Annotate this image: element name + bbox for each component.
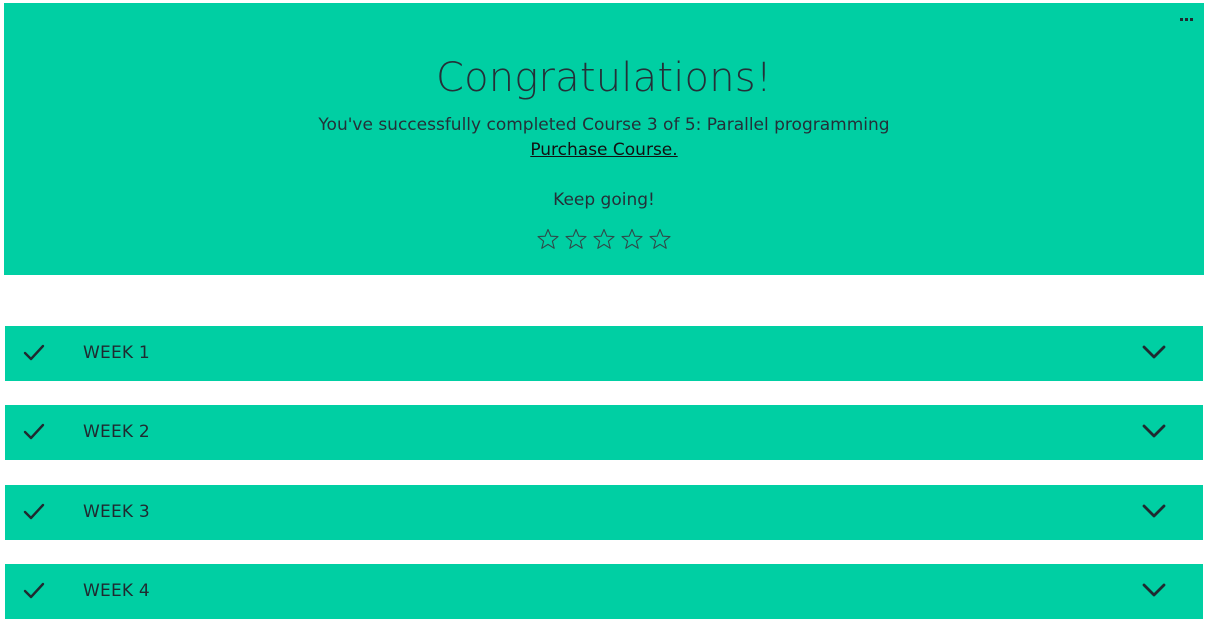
week-row-2[interactable]: WEEK 2 [5, 405, 1203, 460]
chevron-down-icon[interactable] [1141, 343, 1167, 361]
check-icon [23, 344, 45, 361]
more-dots-icon[interactable] [1178, 13, 1194, 25]
week-row-1[interactable]: WEEK 1 [5, 326, 1203, 381]
completion-message: You've successfully completed Course 3 o… [318, 115, 890, 135]
congratulations-banner: Congratulations! You've successfully com… [4, 3, 1204, 275]
star-icon[interactable] [620, 227, 644, 251]
purchase-course-link[interactable]: Purchase Course. [530, 140, 677, 160]
star-icon[interactable] [648, 227, 672, 251]
page-title: Congratulations! [435, 55, 773, 101]
star-icon[interactable] [564, 227, 588, 251]
week-label: WEEK 1 [83, 343, 150, 363]
check-icon [23, 582, 45, 599]
star-rating [4, 227, 1204, 251]
chevron-down-icon[interactable] [1141, 581, 1167, 599]
keep-going-text: Keep going! [553, 190, 655, 210]
chevron-down-icon[interactable] [1141, 502, 1167, 520]
week-row-3[interactable]: WEEK 3 [5, 485, 1203, 540]
purchase-course-wrapper: Purchase Course. [4, 140, 1204, 160]
check-icon [23, 423, 45, 440]
check-icon [23, 503, 45, 520]
week-row-4[interactable]: WEEK 4 [5, 564, 1203, 619]
week-label: WEEK 3 [83, 502, 150, 522]
week-label: WEEK 2 [83, 422, 150, 442]
star-icon[interactable] [536, 227, 560, 251]
chevron-down-icon[interactable] [1141, 422, 1167, 440]
week-label: WEEK 4 [83, 581, 150, 601]
star-icon[interactable] [592, 227, 616, 251]
